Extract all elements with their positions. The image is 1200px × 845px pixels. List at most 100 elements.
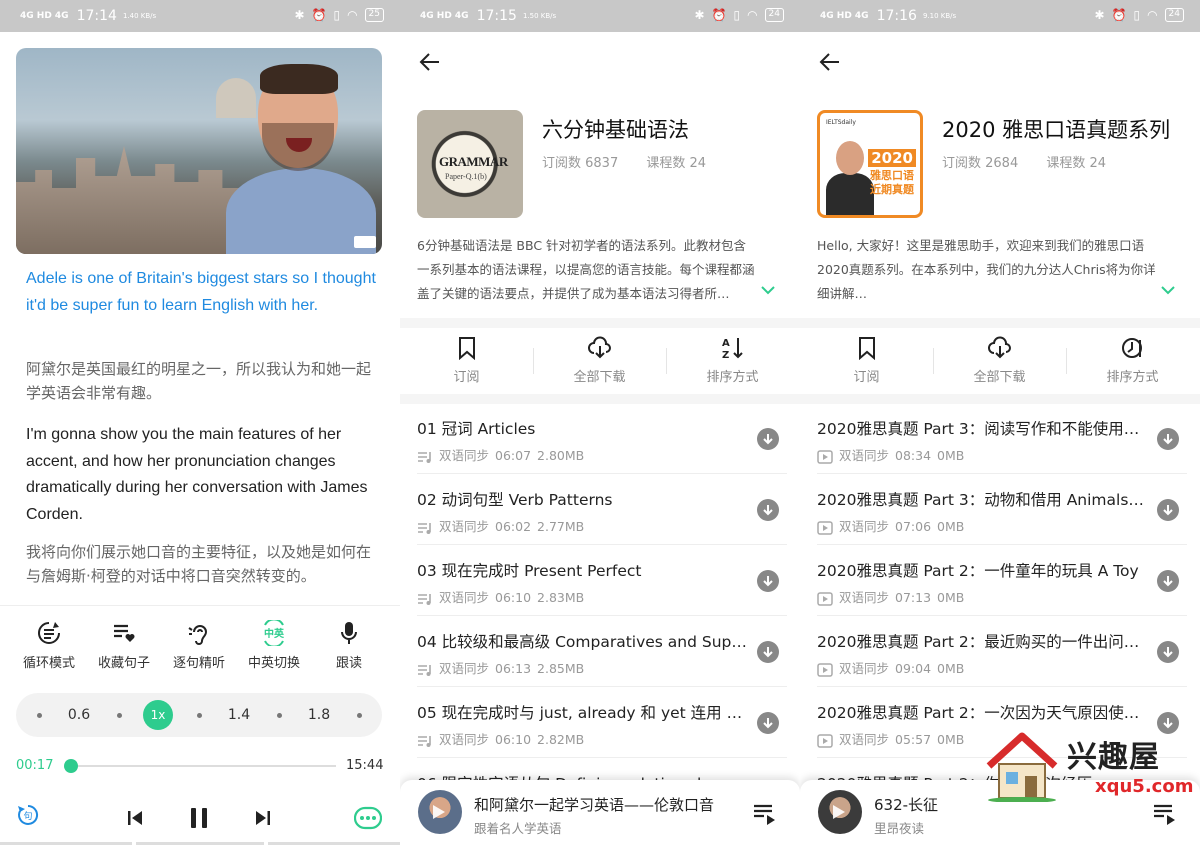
episode-title: 02 动词句型 Verb Patterns [417,491,613,509]
control-label: 循环模式 [22,656,75,671]
svg-text:句: 句 [23,810,32,822]
sentence-listen-button[interactable]: 逐句精听 [161,620,237,671]
course-title: 六分钟基础语法 [542,118,689,142]
vibrate-icon: ▯ [333,8,341,22]
playlist-icon[interactable] [1152,802,1178,826]
read-along-button[interactable]: 跟读 [311,620,387,671]
pause-icon[interactable] [188,806,210,830]
download-button[interactable] [757,712,779,734]
speed-option[interactable]: 1.4 [222,693,256,737]
favorite-sentence-button[interactable]: 收藏句子 [86,620,162,671]
subscribe-button[interactable]: 订阅 [800,336,933,385]
download-button[interactable] [1157,499,1179,521]
episode-item[interactable]: 2020雅思真题 Part 2：一件童年的玩具 A Toy 双语同步 07:13 0… [817,545,1187,616]
speed-dot[interactable] [197,713,202,718]
subtitle-en-active[interactable]: Adele is one of Britain's biggest stars … [26,266,376,319]
download-all-button[interactable]: 全部下载 [533,336,666,385]
episode-item[interactable]: 02 动词句型 Verb Patterns 双语同步 06:02 2.77MB [417,474,787,545]
network-speed: 1.40 KB/s [122,11,157,20]
replay-sentence-icon[interactable]: 句 [16,803,40,827]
lesson-count: 课程数 24 [646,156,707,171]
current-time: 00:17 [16,758,54,773]
speed-dot[interactable] [357,713,362,718]
lang-switch-button[interactable]: 中英 中英切换 [236,620,312,671]
video-icon [817,662,833,677]
back-arrow-icon[interactable] [818,50,842,74]
episode-title: 01 冠词 Articles [417,420,536,438]
speed-option[interactable]: 0.6 [62,693,96,737]
download-button[interactable] [1157,570,1179,592]
episode-item[interactable]: 2020雅思真题 Part 2：最近购买的一件出问题的东西 双语同步 09:04 0… [817,616,1187,687]
cover-year: 2020 [868,149,916,167]
episode-title: 2020雅思真题 Part 2：最近购买的一件出问题的东西 [817,633,1147,651]
previous-sentence-icon[interactable] [126,808,146,828]
video-player[interactable] [16,48,382,254]
battery-indicator: 24 [764,8,784,22]
download-button[interactable] [757,499,779,521]
speed-option[interactable]: 1.8 [302,693,336,737]
download-all-button[interactable]: 全部下载 [933,336,1066,385]
signal-indicator: 4G HD 4G [20,10,69,21]
mini-player[interactable]: 和阿黛尔一起学习英语——伦敦口音 跟着名人学英语 [400,780,800,845]
sync-label: 双语同步 [839,590,890,605]
episode-duration: 06:10 [495,732,532,747]
download-icon [1163,505,1173,516]
cover-presenter [826,135,874,215]
next-sentence-icon[interactable] [252,808,272,828]
episode-duration: 09:04 [895,661,932,676]
loop-icon [38,622,60,644]
episode-size: 2.83MB [537,590,585,605]
episode-duration: 06:07 [495,448,532,463]
episode-meta: 双语同步 07:13 0MB [817,587,970,606]
play-icon[interactable] [833,805,845,819]
sync-label: 双语同步 [839,448,890,463]
episode-title: 2020雅思真题 Part 3：动物和借用 Animals/Borrowing [817,491,1147,509]
chevron-down-icon[interactable] [760,284,776,296]
episode-meta: 双语同步 06:10 2.83MB [417,587,590,606]
download-button[interactable] [1157,641,1179,663]
chevron-down-icon[interactable] [1160,284,1176,296]
episode-duration: 07:13 [895,590,932,605]
video-icon [817,733,833,748]
battery-indicator: 25 [364,8,384,22]
sort-button[interactable]: AZ 排序方式 [666,336,799,385]
download-button[interactable] [757,570,779,592]
download-button[interactable] [1157,428,1179,450]
vibrate-icon: ▯ [733,8,741,22]
download-button[interactable] [757,428,779,450]
course-description: 6分钟基础语法是 BBC 针对初学者的语法系列。此教材包含一系列基本的语法课程，… [417,238,755,301]
sync-label: 双语同步 [439,661,490,676]
loop-mode-button[interactable]: 循环模式 [11,620,87,671]
sort-button[interactable]: 排序方式 [1066,336,1199,385]
subtitle-en[interactable]: I'm gonna show you the main features of … [26,422,376,528]
download-button[interactable] [757,641,779,663]
action-label: 全部下载 [973,370,1026,385]
speed-option-active[interactable]: 1x [143,700,173,730]
speed-dot[interactable] [117,713,122,718]
audio-sync-icon [418,664,431,676]
back-arrow-icon[interactable] [418,50,442,74]
subscribe-button[interactable]: 订阅 [400,336,533,385]
playlist-icon[interactable] [752,802,778,826]
lang-switch-icon: 中英 [264,620,285,646]
episode-title: 2020雅思真题 Part 3：阅读写作和不能使用的东西 [817,420,1147,438]
episode-item[interactable]: 05 现在完成时与 just, already 和 yet 连用 The Pre… [417,687,787,758]
bookmark-icon [458,337,475,360]
progress-thumb[interactable] [64,759,78,773]
alarm-icon: ⏰ [1111,8,1127,22]
bluetooth-icon: ✱ [294,8,305,22]
more-options-icon[interactable] [354,806,382,830]
episode-size: 2.85MB [537,661,585,676]
episode-item[interactable]: 2020雅思真题 Part 3：动物和借用 Animals/Borrowing … [817,474,1187,545]
episode-meta: 双语同步 08:34 0MB [817,445,970,464]
speed-dot[interactable] [277,713,282,718]
subtitle-zh[interactable]: 我将向你们展示她口音的主要特征，以及她是如何在与詹姆斯·柯登的对话中将口音突然转… [26,540,376,588]
play-icon[interactable] [433,805,445,819]
progress-track[interactable] [70,765,336,767]
episode-item[interactable]: 04 比较级和最高级 Comparatives and Superlatives… [417,616,787,687]
speed-dot[interactable] [37,713,42,718]
subtitle-zh[interactable]: 阿黛尔是英国最红的明星之一，所以我认为和她一起学英语会非常有趣。 [26,357,376,405]
episode-item[interactable]: 01 冠词 Articles 双语同步 06:07 2.80MB [417,403,787,474]
episode-item[interactable]: 03 现在完成时 Present Perfect 双语同步 06:10 2.83MB [417,545,787,616]
episode-item[interactable]: 2020雅思真题 Part 3：阅读写作和不能使用的东西 双语同步 08:34 0M… [817,403,1187,474]
